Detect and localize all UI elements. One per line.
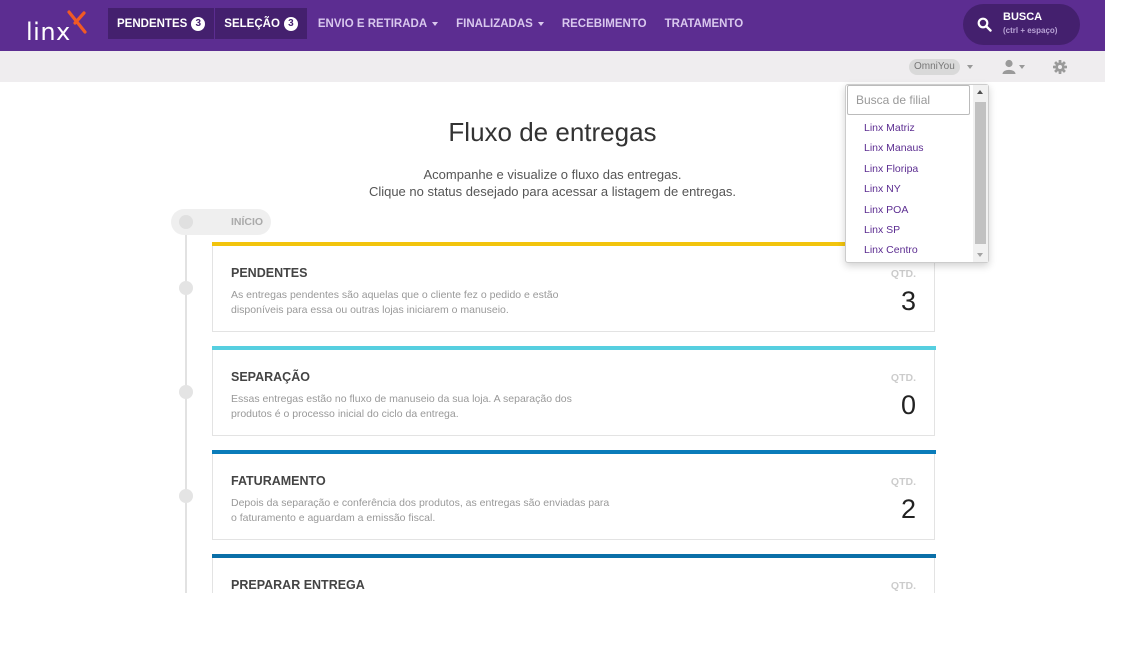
card-qtd-value: 0 <box>900 390 916 420</box>
branch-option[interactable]: Linx Manaus <box>846 138 974 158</box>
status-card-separacao[interactable]: SEPARAÇÃO Essas entregas estão no fluxo … <box>212 346 936 436</box>
linx-logo[interactable]: linx <box>26 10 96 46</box>
top-navbar: linx PENDENTES 3 SELEÇÃO 3 ENVIO E RETIR… <box>0 0 1105 51</box>
app-frame: linx PENDENTES 3 SELEÇÃO 3 ENVIO E RETIR… <box>0 0 1105 593</box>
timeline-line <box>185 222 187 593</box>
branch-option[interactable]: Linx SP <box>846 220 974 240</box>
user-icon[interactable] <box>1002 59 1016 74</box>
nav-finalizadas-label: FINALIZADAS <box>456 17 533 30</box>
card-color-bar <box>212 450 936 454</box>
search-label: BUSCA <box>1003 11 1043 23</box>
status-card-preparar-entrega[interactable]: PREPARAR ENTREGA QTD. <box>212 554 936 593</box>
status-card-faturamento[interactable]: FATURAMENTO Depois da separação e confer… <box>212 450 936 540</box>
card-color-bar <box>212 554 936 558</box>
logo-x-icon <box>67 10 87 34</box>
nav-finalizadas[interactable]: FINALIZADAS <box>447 8 553 39</box>
branch-option[interactable]: Linx Matriz <box>846 118 974 138</box>
nav-envio-retirada-label: ENVIO E RETIRADA <box>317 17 428 30</box>
nav-tratamento-label: TRATAMENTO <box>664 17 744 30</box>
dropdown-scrollbar[interactable] <box>973 85 988 262</box>
nav-selecao[interactable]: SELEÇÃO 3 <box>215 8 307 39</box>
timeline-dot <box>179 281 193 295</box>
card-description: Depois da separação e conferência dos pr… <box>231 497 610 524</box>
card-description: As entregas pendentes são aquelas que o … <box>231 289 559 316</box>
timeline-dot <box>179 385 193 399</box>
card-qtd-label: QTD. <box>890 476 916 488</box>
chevron-down-icon <box>537 21 544 26</box>
store-selector[interactable]: OmniYou <box>909 59 960 75</box>
branch-dropdown: Linx Matriz Linx Manaus Linx Floripa Lin… <box>845 84 989 263</box>
nav-selecao-badge: 3 <box>283 16 298 31</box>
scroll-down-icon[interactable] <box>977 253 983 257</box>
nav-pendentes-badge: 3 <box>191 16 206 31</box>
branch-search-input[interactable] <box>847 85 970 115</box>
nav-selecao-label: SELEÇÃO <box>224 17 280 30</box>
card-qtd-label: QTD. <box>890 580 916 592</box>
status-card-pendentes[interactable]: PENDENTES As entregas pendentes são aque… <box>212 242 936 332</box>
main-nav: PENDENTES 3 SELEÇÃO 3 ENVIO E RETIRADA F… <box>108 8 752 39</box>
card-color-bar <box>212 346 936 350</box>
search-button[interactable]: BUSCA (ctrl + espaço) <box>963 4 1080 45</box>
timeline-start-label: INÍCIO <box>231 216 264 228</box>
chevron-down-icon[interactable] <box>1019 65 1025 69</box>
branch-option[interactable]: Linx Centro <box>846 240 974 260</box>
logo-text: linx <box>26 18 71 46</box>
nav-pendentes[interactable]: PENDENTES 3 <box>108 8 215 39</box>
chevron-down-icon <box>432 21 439 26</box>
card-title: SEPARAÇÃO <box>231 370 310 384</box>
card-title: FATURAMENTO <box>231 474 326 488</box>
card-qtd-value: 3 <box>900 286 916 316</box>
scroll-up-icon[interactable] <box>977 90 983 94</box>
timeline-dot <box>179 489 193 503</box>
branch-option[interactable]: Linx NY <box>846 179 974 199</box>
branch-option[interactable]: Linx POA <box>846 200 974 220</box>
branch-list: Linx Matriz Linx Manaus Linx Floripa Lin… <box>846 118 974 261</box>
nav-recebimento[interactable]: RECEBIMENTO <box>553 8 656 39</box>
card-qtd-label: QTD. <box>890 268 916 280</box>
scrollbar-thumb[interactable] <box>975 102 986 244</box>
card-title: PREPARAR ENTREGA <box>231 578 365 592</box>
nav-envio-retirada[interactable]: ENVIO E RETIRADA <box>309 8 447 39</box>
card-qtd-value: 2 <box>900 494 916 524</box>
search-icon <box>977 17 992 32</box>
timeline-start-dot <box>179 215 193 229</box>
nav-pendentes-label: PENDENTES <box>117 17 188 30</box>
gear-icon[interactable] <box>1053 60 1067 74</box>
nav-tratamento[interactable]: TRATAMENTO <box>656 8 753 39</box>
card-description: Essas entregas estão no fluxo de manusei… <box>231 393 572 420</box>
card-color-bar <box>212 242 936 246</box>
chevron-down-icon[interactable] <box>967 65 973 69</box>
branch-option[interactable]: Linx Floripa <box>846 159 974 179</box>
nav-recebimento-label: RECEBIMENTO <box>561 17 647 30</box>
card-qtd-label: QTD. <box>890 372 916 384</box>
card-title: PENDENTES <box>231 266 308 280</box>
search-shortcut-hint: (ctrl + espaço) <box>1003 26 1058 35</box>
